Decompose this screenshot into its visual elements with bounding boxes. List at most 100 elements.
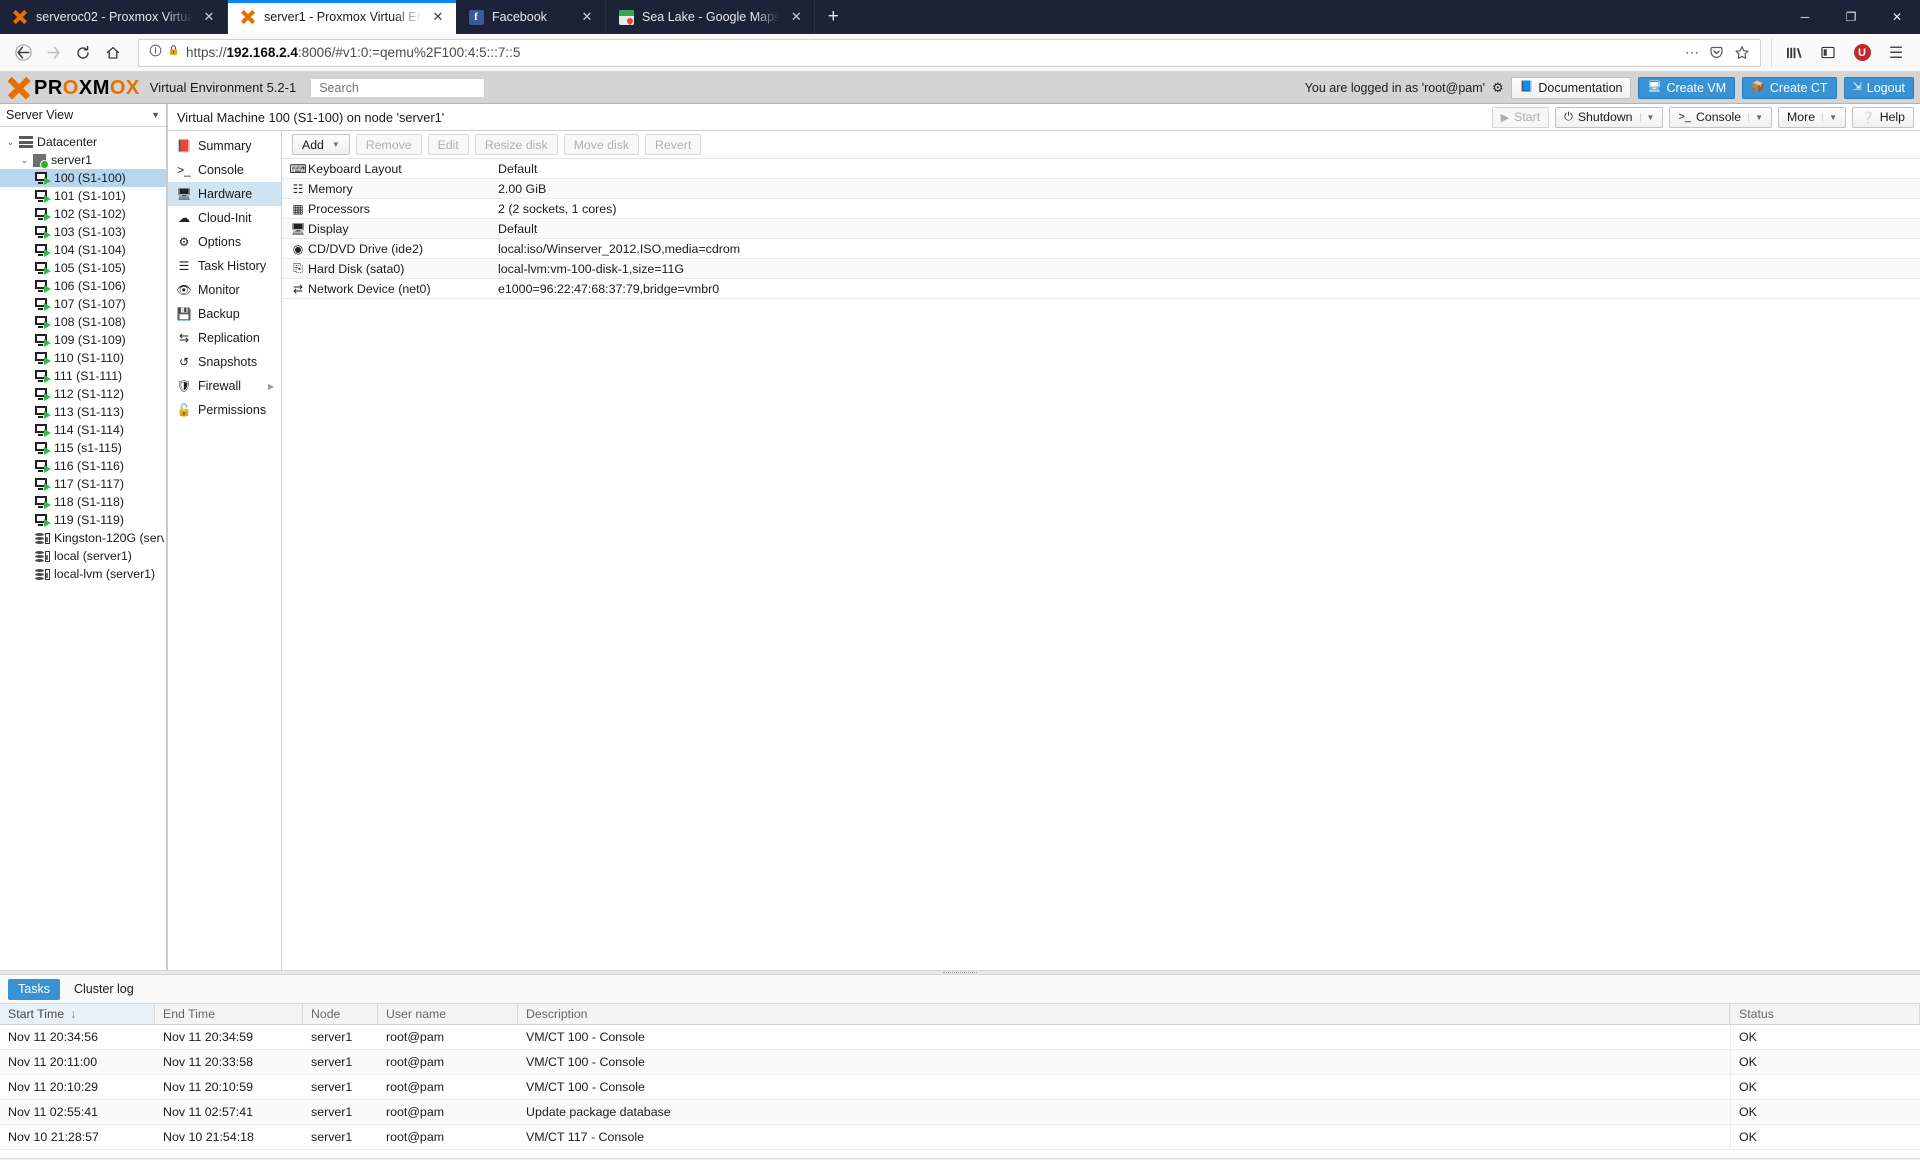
column-header-user-name[interactable]: User name [378, 1004, 518, 1024]
submenu-item-summary[interactable]: 📕 Summary [168, 134, 281, 158]
tree-item-vm-103[interactable]: 103 (S1-103) [0, 223, 166, 241]
info-circle-icon[interactable] [149, 44, 162, 62]
table-row[interactable]: Nov 11 02:55:41 Nov 11 02:57:41 server1 … [0, 1100, 1920, 1125]
column-header-status[interactable]: Status [1730, 1004, 1920, 1024]
home-icon[interactable] [98, 38, 128, 68]
browser-tab-1[interactable]: server1 - Proxmox Virtual Enviro ✕ [228, 0, 456, 34]
close-icon[interactable]: ✕ [201, 9, 217, 25]
column-header-node[interactable]: Node [303, 1004, 378, 1024]
submenu-item-console[interactable]: >_ Console [168, 158, 281, 182]
remove-button[interactable]: Remove [355, 134, 422, 155]
account-icon[interactable]: U [1846, 38, 1878, 68]
table-row[interactable]: ⌨ Keyboard Layout Default [282, 159, 1920, 179]
search-field[interactable] [317, 79, 479, 96]
table-row[interactable]: Nov 11 20:10:29 Nov 11 20:10:59 server1 … [0, 1075, 1920, 1100]
submenu-item-permissions[interactable]: 🔓 Permissions [168, 398, 281, 422]
pocket-icon[interactable] [1709, 45, 1724, 60]
tab-cluster-log[interactable]: Cluster log [64, 979, 144, 1000]
new-tab-button[interactable]: + [815, 0, 851, 34]
tree-item-vm-119[interactable]: 119 (S1-119) [0, 511, 166, 529]
tab-tasks[interactable]: Tasks [8, 978, 60, 1000]
tree-item-vm-110[interactable]: 110 (S1-110) [0, 349, 166, 367]
table-row[interactable]: 🖥 Display Default [282, 219, 1920, 239]
move-disk-button[interactable]: Move disk [563, 134, 640, 155]
table-row[interactable]: Nov 11 20:34:56 Nov 11 20:34:59 server1 … [0, 1025, 1920, 1050]
browser-tab-2[interactable]: f Facebook ✕ [456, 0, 606, 34]
table-row[interactable]: ◉ CD/DVD Drive (ide2) local:iso/Winserve… [282, 239, 1920, 259]
gear-icon[interactable]: ⚙ [1492, 80, 1504, 96]
more-button[interactable]: More ▼ [1778, 106, 1846, 128]
tree-item-vm-102[interactable]: 102 (S1-102) [0, 205, 166, 223]
table-row[interactable]: ▦ Processors 2 (2 sockets, 1 cores) [282, 199, 1920, 219]
tree-item-vm-101[interactable]: 101 (S1-101) [0, 187, 166, 205]
url-bar[interactable]: https://192.168.2.4:8006/#v1:0:=qemu%2F1… [138, 38, 1761, 67]
submenu-item-firewall[interactable]: 🛡 Firewall ▶ [168, 374, 281, 398]
chevron-down-icon[interactable]: ⌄ [4, 137, 17, 148]
create-ct-button[interactable]: 📦 Create CT [1742, 76, 1837, 99]
start-button[interactable]: ▶ Start [1491, 106, 1550, 128]
close-icon[interactable]: ✕ [430, 9, 446, 25]
tree-item-vm-108[interactable]: 108 (S1-108) [0, 313, 166, 331]
minimize-button[interactable]: ─ [1782, 0, 1828, 34]
tree-item-vm-118[interactable]: 118 (S1-118) [0, 493, 166, 511]
chevron-down-icon[interactable]: ▼ [332, 140, 340, 149]
search-input[interactable] [310, 77, 486, 98]
column-header-start-time[interactable]: Start Time ↓ [0, 1004, 155, 1024]
tree-item-vm-112[interactable]: 112 (S1-112) [0, 385, 166, 403]
chevron-down-icon[interactable]: ▼ [1822, 112, 1837, 122]
submenu-item-hardware[interactable]: 🖥 Hardware [168, 182, 281, 206]
panel-splitter[interactable] [0, 970, 1920, 975]
submenu-item-snapshots[interactable]: ↺ Snapshots [168, 350, 281, 374]
tree-item-vm-105[interactable]: 105 (S1-105) [0, 259, 166, 277]
submenu-item-monitor[interactable]: 👁 Monitor [168, 278, 281, 302]
tree-item-vm-113[interactable]: 113 (S1-113) [0, 403, 166, 421]
close-window-button[interactable]: ✕ [1874, 0, 1920, 34]
page-actions-icon[interactable]: ⋯ [1685, 44, 1699, 61]
url-text[interactable]: https://192.168.2.4:8006/#v1:0:=qemu%2F1… [186, 45, 1685, 60]
create-vm-button[interactable]: 🖥 Create VM [1638, 76, 1736, 99]
browser-tab-0[interactable]: serveroc02 - Proxmox Virtual En ✕ [0, 0, 228, 34]
star-icon[interactable] [1734, 45, 1750, 61]
add-button[interactable]: Add ▼ [292, 134, 350, 155]
edit-button[interactable]: Edit [427, 134, 469, 155]
close-icon[interactable]: ✕ [579, 9, 595, 25]
tree-item-vm-116[interactable]: 116 (S1-116) [0, 457, 166, 475]
tree-item-vm-111[interactable]: 111 (S1-111) [0, 367, 166, 385]
reload-icon[interactable] [68, 38, 98, 68]
help-button[interactable]: ❔ Help [1852, 106, 1914, 128]
logout-button[interactable]: ⇲ Logout [1843, 76, 1914, 99]
resize-disk-button[interactable]: Resize disk [474, 134, 558, 155]
table-row[interactable]: ☷ Memory 2.00 GiB [282, 179, 1920, 199]
back-icon[interactable] [8, 38, 38, 68]
submenu-item-task-history[interactable]: ☰ Task History [168, 254, 281, 278]
tree-item-vm-107[interactable]: 107 (S1-107) [0, 295, 166, 313]
tree-item-vm-115[interactable]: 115 (s1-115) [0, 439, 166, 457]
table-row[interactable]: Nov 11 20:11:00 Nov 11 20:33:58 server1 … [0, 1050, 1920, 1075]
submenu-item-backup[interactable]: 💾 Backup [168, 302, 281, 326]
submenu-item-replication[interactable]: ⇆ Replication [168, 326, 281, 350]
view-selector[interactable]: Server View ▼ [0, 104, 166, 127]
tree-item-vm-114[interactable]: 114 (S1-114) [0, 421, 166, 439]
tree-item-vm-117[interactable]: 117 (S1-117) [0, 475, 166, 493]
table-row[interactable]: ⎘ Hard Disk (sata0) local-lvm:vm-100-dis… [282, 259, 1920, 279]
table-row[interactable]: Nov 10 21:28:57 Nov 10 21:54:18 server1 … [0, 1125, 1920, 1150]
column-header-description[interactable]: Description [518, 1004, 1730, 1024]
library-icon[interactable] [1778, 38, 1810, 68]
chevron-down-icon[interactable]: ⌄ [18, 155, 31, 166]
revert-button[interactable]: Revert [645, 134, 702, 155]
chevron-down-icon[interactable]: ▼ [1639, 112, 1654, 122]
tree-item-storage-local-lvm[interactable]: local-lvm (server1) [0, 565, 166, 583]
warning-lock-icon[interactable] [167, 43, 180, 62]
forward-icon[interactable] [38, 38, 68, 68]
column-header-end-time[interactable]: End Time [155, 1004, 303, 1024]
table-row[interactable]: ⇄ Network Device (net0) e1000=96:22:47:6… [282, 279, 1920, 299]
tree-item-vm-109[interactable]: 109 (S1-109) [0, 331, 166, 349]
hamburger-menu-icon[interactable]: ☰ [1880, 38, 1912, 68]
shutdown-button[interactable]: ⏻ Shutdown ▼ [1555, 106, 1664, 128]
console-button[interactable]: >_ Console ▼ [1669, 106, 1773, 128]
browser-tab-3[interactable]: Sea Lake - Google Maps ✕ [606, 0, 816, 34]
close-icon[interactable]: ✕ [788, 9, 804, 25]
sidebar-icon[interactable] [1812, 38, 1844, 68]
submenu-item-cloud-init[interactable]: ☁ Cloud-Init [168, 206, 281, 230]
submenu-item-options[interactable]: ⚙ Options [168, 230, 281, 254]
